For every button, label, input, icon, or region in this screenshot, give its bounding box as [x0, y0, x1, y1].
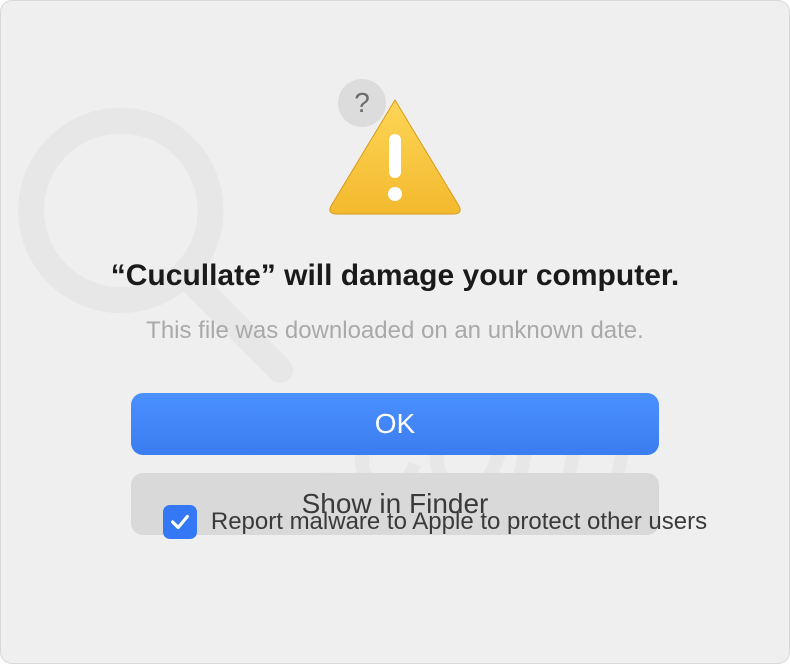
checkmark-icon — [169, 511, 191, 533]
warning-icon — [325, 94, 465, 219]
dialog-subtitle: This file was downloaded on an unknown d… — [106, 317, 684, 345]
dialog-title: “Cucullate” will damage your computer. — [71, 257, 719, 295]
report-malware-row: Report malware to Apple to protect other… — [163, 505, 707, 539]
report-malware-checkbox[interactable] — [163, 505, 197, 539]
ok-button[interactable]: OK — [131, 393, 659, 455]
report-malware-label: Report malware to Apple to protect other… — [211, 508, 707, 536]
gatekeeper-dialog: .com ? “Cucullate” will damage your comp… — [0, 0, 790, 664]
